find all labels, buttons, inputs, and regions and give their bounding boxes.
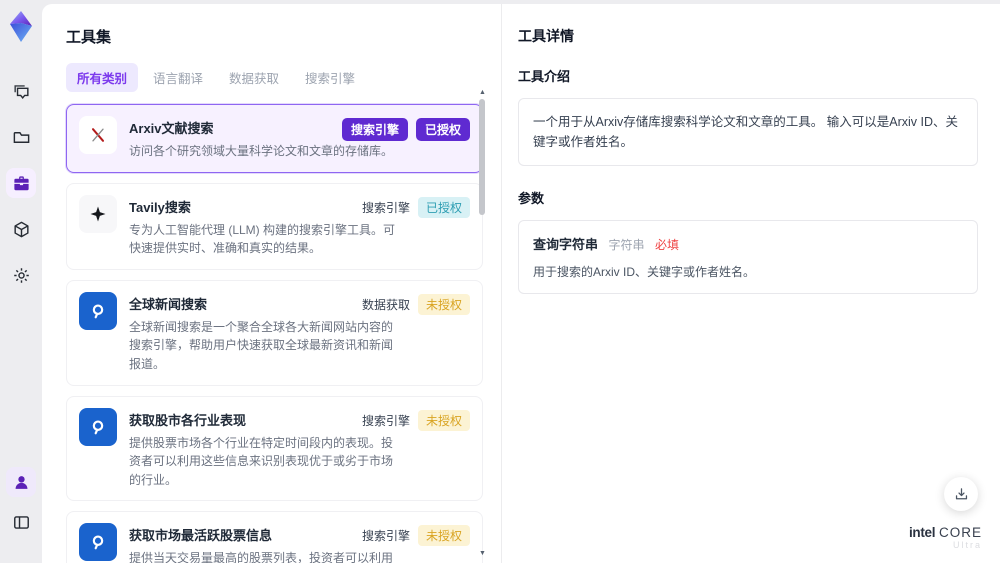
folder-icon xyxy=(13,131,29,143)
left-rail xyxy=(0,0,42,563)
tool-category-badge: 搜索引擎 xyxy=(361,529,410,544)
sidebar-item-tools[interactable] xyxy=(6,168,36,198)
arxiv-icon xyxy=(92,128,104,142)
intel-core-logo: intel CORE Ultra xyxy=(909,524,982,551)
tool-category-badge: 搜索引擎 xyxy=(341,118,408,141)
param-box: 查询字符串 字符串 必填 用于搜索的Arxiv ID、关键字或作者姓名。 xyxy=(518,220,978,294)
tool-status-badge: 未授权 xyxy=(417,525,470,547)
chat-icon xyxy=(13,84,29,99)
blueq-tool-icon xyxy=(79,291,117,330)
tool-category-badge: 搜索引擎 xyxy=(361,413,410,428)
tool-card[interactable]: 获取市场最活跃股票信息 提供当天交易量最高的股票列表，投资者可以利用这些信息来识… xyxy=(66,511,483,563)
page-title: 工具集 xyxy=(66,29,112,46)
main-surface: 工具集 所有类别 语言翻译 数据获取 搜索引擎 Arxiv文献搜索 访问各个研究领域大… xyxy=(42,4,1000,563)
news-app-icon xyxy=(92,535,104,550)
gear-icon xyxy=(13,267,29,283)
tool-card[interactable]: Arxiv文献搜索 访问各个研究领域大量科学论文和文章的存储库。 搜索引擎 已授… xyxy=(66,104,483,173)
sidebar-item-files[interactable] xyxy=(6,122,36,152)
download-icon xyxy=(955,487,967,499)
tool-detail-panel: 工具详情 工具介绍 一个用于从Arxiv存储库搜索科学论文和文章的工具。 输入可… xyxy=(502,4,1000,563)
tool-name: 获取市场最活跃股票信息 xyxy=(129,528,273,544)
tool-status-badge: 未授权 xyxy=(417,409,470,431)
scrollbar-thumb[interactable] xyxy=(479,99,485,215)
list-scrollbar[interactable]: ▲ ▼ xyxy=(479,89,486,557)
tavily-tool-icon xyxy=(79,194,117,233)
tool-status-badge: 未授权 xyxy=(417,293,470,315)
sidebar-item-chat[interactable] xyxy=(6,76,36,106)
cube-icon xyxy=(13,221,29,237)
tool-desc: 提供当天交易量最高的股票列表，投资者可以利用这些信息来识别流动性强的股票和潜在的… xyxy=(129,551,394,563)
sidebar-item-settings[interactable] xyxy=(6,260,36,290)
panel-left-icon xyxy=(13,515,29,529)
sidebar-item-collapse[interactable] xyxy=(6,507,36,537)
tab-4[interactable]: 搜索引擎 xyxy=(294,63,366,92)
sidebar-item-account[interactable] xyxy=(6,467,36,497)
scroll-up-icon[interactable]: ▲ xyxy=(479,89,486,96)
tool-card[interactable]: 获取股市各行业表现 提供股票市场各个行业在特定时间段内的表现。投资者可以利用这些… xyxy=(66,395,483,502)
brand-sub: Ultra xyxy=(952,540,982,551)
category-tabs: 所有类别 语言翻译 数据获取 搜索引擎 xyxy=(66,63,501,92)
tool-desc: 专为人工智能代理 (LLM) 构建的搜索引擎工具。可快速提供实时、准确和真实的结… xyxy=(129,222,396,256)
sidebar-item-models[interactable] xyxy=(6,214,36,244)
arxiv-tool-icon xyxy=(79,116,117,154)
tool-desc: 访问各个研究领域大量科学论文和文章的存储库。 xyxy=(129,144,394,158)
tool-desc: 全球新闻搜索是一个聚合全球各大新闻网站内容的搜索引擎，帮助用户快速获取全球最新资… xyxy=(129,319,394,371)
tavily-icon xyxy=(90,206,106,222)
tool-name: 获取股市各行业表现 xyxy=(129,412,247,428)
tab-1[interactable]: 所有类别 xyxy=(66,63,139,92)
tool-list: Arxiv文献搜索 访问各个研究领域大量科学论文和文章的存储库。 搜索引擎 已授… xyxy=(66,104,483,563)
briefcase-icon xyxy=(13,175,29,190)
tool-card[interactable]: 全球新闻搜索 全球新闻搜索是一个聚合全球各大新闻网站内容的搜索引擎，帮助用户快速… xyxy=(66,279,483,386)
detail-title: 工具详情 xyxy=(518,28,574,44)
intro-heading: 工具介绍 xyxy=(518,69,571,84)
download-button[interactable] xyxy=(944,477,978,511)
user-icon xyxy=(15,475,27,489)
brand-primary: intel xyxy=(908,524,936,540)
blueq-tool-icon xyxy=(79,407,117,446)
tool-name: Tavily搜索 xyxy=(129,199,191,215)
param-header: 查询字符串 字符串 必填 xyxy=(533,234,963,254)
param-desc: 用于搜索的Arxiv ID、关键字或作者姓名。 xyxy=(533,265,756,279)
tool-desc: 提供股票市场各个行业在特定时间段内的表现。投资者可以利用这些信息来识别表现优于或… xyxy=(129,435,394,487)
app-window: 工具集 所有类别 语言翻译 数据获取 搜索引擎 Arxiv文献搜索 访问各个研究领域大… xyxy=(0,0,1000,563)
brand-secondary: CORE xyxy=(938,524,982,540)
intro-box: 一个用于从Arxiv存储库搜索科学论文和文章的工具。 输入可以是Arxiv ID… xyxy=(518,98,978,166)
tool-category-badge: 数据获取 xyxy=(361,297,410,312)
param-required-badge: 必填 xyxy=(654,238,679,252)
blueq-tool-icon xyxy=(79,523,117,562)
scroll-down-icon[interactable]: ▼ xyxy=(479,550,486,557)
tab-3[interactable]: 数据获取 xyxy=(218,63,290,92)
param-type: 字符串 xyxy=(608,238,645,252)
tool-card[interactable]: Tavily搜索 专为人工智能代理 (LLM) 构建的搜索引擎工具。可快速提供实… xyxy=(66,182,483,270)
tool-status-badge: 已授权 xyxy=(415,118,470,141)
tool-name: 全球新闻搜索 xyxy=(129,296,208,312)
news-app-icon xyxy=(92,420,104,434)
tab-2[interactable]: 语言翻译 xyxy=(142,63,214,92)
tool-status-badge: 已授权 xyxy=(417,196,470,218)
tool-list-panel: 工具集 所有类别 语言翻译 数据获取 搜索引擎 Arxiv文献搜索 访问各个研究领域大… xyxy=(42,4,502,563)
tool-category-badge: 搜索引擎 xyxy=(361,200,410,215)
news-app-icon xyxy=(92,304,104,319)
app-logo-icon xyxy=(5,8,37,46)
intro-text: 一个用于从Arxiv存储库搜索科学论文和文章的工具。 输入可以是Arxiv ID… xyxy=(533,115,959,149)
params-heading: 参数 xyxy=(518,191,545,206)
param-name: 查询字符串 xyxy=(533,237,599,252)
